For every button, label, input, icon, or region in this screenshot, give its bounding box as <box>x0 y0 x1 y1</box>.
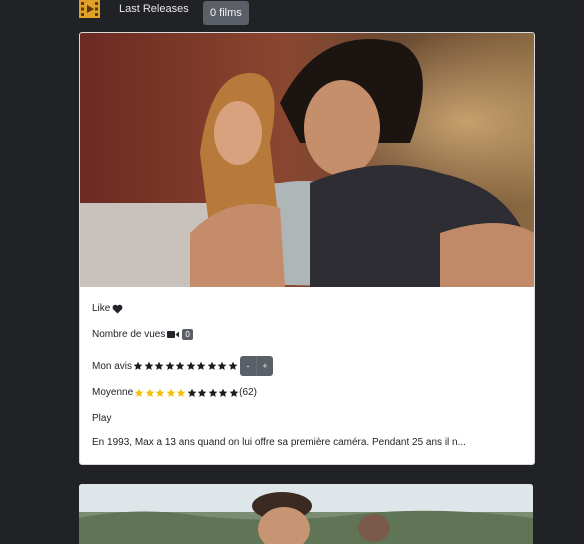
star-icon[interactable] <box>133 361 143 371</box>
star-icon[interactable] <box>165 361 175 371</box>
star-icon <box>155 388 165 397</box>
star-icon <box>176 388 186 397</box>
top-navbar: Last Releases 0 films <box>0 0 584 32</box>
star-icon <box>218 388 228 397</box>
views-label: Nombre de vues <box>92 329 166 340</box>
synopsis-text: En 1993, Max a 13 ans quand on lui offre… <box>92 437 466 448</box>
play-row[interactable]: Play <box>92 413 111 424</box>
star-icon[interactable] <box>186 361 196 371</box>
average-rating-row: Moyenne (62) <box>92 387 257 398</box>
star-icon <box>187 388 197 397</box>
films-count-badge[interactable]: 0 films <box>203 1 249 25</box>
decrease-rating-button[interactable]: - <box>240 356 258 376</box>
star-icon <box>166 388 176 397</box>
average-label: Moyenne <box>92 387 134 398</box>
average-stars <box>134 388 239 398</box>
star-icon[interactable] <box>217 361 227 371</box>
my-review-row: Mon avis - + <box>92 356 274 376</box>
increase-rating-button[interactable]: + <box>257 356 274 376</box>
star-icon[interactable] <box>154 361 164 371</box>
star-icon <box>145 388 155 397</box>
movie-poster-image-next[interactable] <box>79 484 533 544</box>
star-icon <box>134 388 144 397</box>
star-icon <box>197 388 207 397</box>
star-icon[interactable] <box>228 361 238 371</box>
star-icon[interactable] <box>196 361 206 371</box>
star-icon[interactable] <box>144 361 154 371</box>
review-stepper: - + <box>240 356 274 376</box>
play-link[interactable]: Play <box>92 413 111 424</box>
star-icon[interactable] <box>207 361 217 371</box>
synopsis-row: En 1993, Max a 13 ans quand on lui offre… <box>92 437 466 448</box>
star-icon <box>208 388 218 397</box>
film-clapper-icon[interactable] <box>79 0 100 18</box>
views-count-badge: 0 <box>182 329 193 340</box>
movie-card-next <box>79 484 533 544</box>
average-count: (62) <box>239 387 257 398</box>
video-camera-icon <box>167 331 180 338</box>
nav-link-last-releases[interactable]: Last Releases <box>119 3 189 15</box>
heart-icon[interactable] <box>112 304 123 314</box>
star-icon <box>229 388 239 397</box>
movie-poster-image[interactable] <box>80 33 534 287</box>
my-review-stars[interactable] <box>133 361 238 371</box>
views-row: Nombre de vues 0 <box>92 329 193 340</box>
my-review-label: Mon avis <box>92 360 133 372</box>
movie-card: Like Nombre de vues 0 Mon avis - + Moyen… <box>79 32 535 465</box>
like-label: Like <box>92 303 111 314</box>
star-icon[interactable] <box>175 361 185 371</box>
like-row[interactable]: Like <box>92 303 123 314</box>
